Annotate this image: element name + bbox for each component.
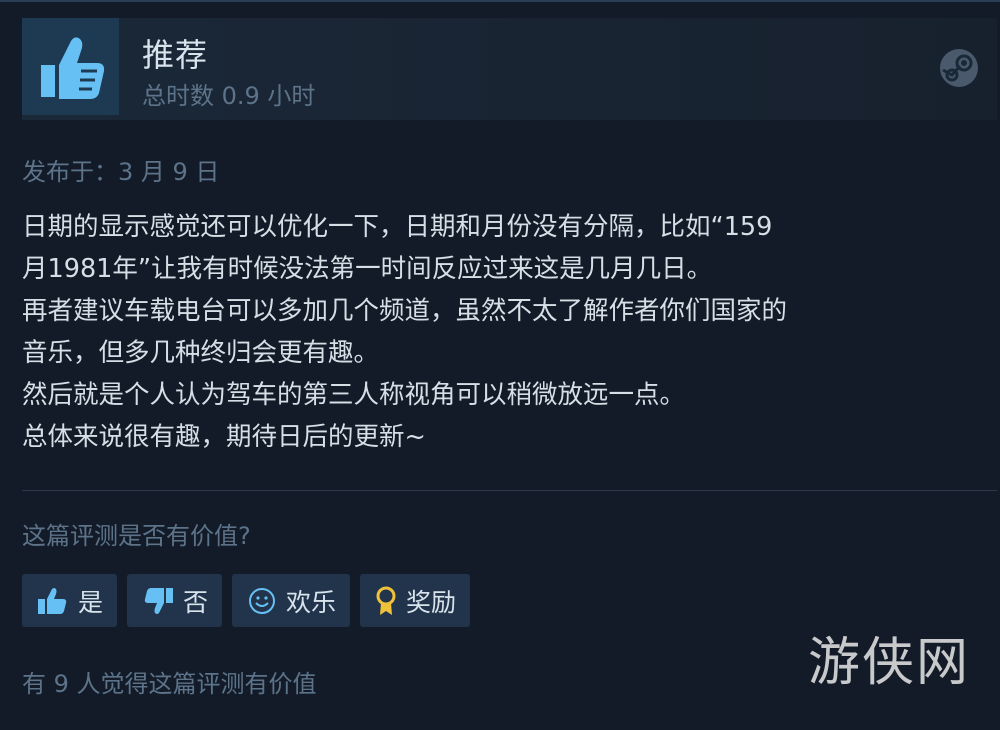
posted-date: 发布于：3 月 9 日: [22, 158, 220, 186]
review-line: 月1981年”让我有时候没法第一时间反应过来这是几月几日。: [22, 254, 713, 284]
review-line: 音乐，但多几种终归会更有趣。: [22, 338, 380, 368]
vote-yes-button[interactable]: 是: [22, 574, 118, 627]
steam-logo-icon: [940, 49, 978, 87]
vote-no-label: 否: [183, 587, 209, 617]
award-label: 奖励: [406, 587, 457, 617]
review-line: 再者建议车载电台可以多加几个频道，虽然不太了解作者你们国家的: [22, 296, 788, 326]
smiley-icon: [249, 587, 276, 614]
thumbs-up-icon: [38, 587, 67, 614]
thumbs-down-icon: [144, 587, 174, 614]
vote-no-button[interactable]: 否: [127, 574, 223, 627]
award-ribbon-icon: [376, 586, 396, 615]
vote-yes-label: 是: [78, 587, 104, 617]
vote-buttons: 是 否 欢乐 奖励: [22, 574, 471, 627]
vote-funny-button[interactable]: 欢乐: [232, 574, 351, 627]
review-header: 推荐 总时数 0.9 小时: [22, 18, 997, 120]
vote-funny-label: 欢乐: [286, 587, 337, 617]
site-watermark: 游侠网: [808, 633, 971, 693]
helpful-question: 这篇评测是否有价值?: [22, 522, 251, 550]
divider: [22, 490, 997, 491]
thumbs-up-icon: [40, 36, 104, 99]
review-line: 然后就是个人认为驾车的第三人称视角可以稍微放远一点。: [22, 380, 686, 410]
recommended-badge: [22, 18, 119, 115]
review-line: 总体来说很有趣，期待日后的更新~: [22, 422, 426, 452]
hours-played: 总时数 0.9 小时: [142, 82, 316, 110]
review-text: 日期的显示感觉还可以优化一下，日期和月份没有分隔，比如“159 月1981年”让…: [22, 206, 982, 458]
award-button[interactable]: 奖励: [360, 574, 471, 627]
helpful-count: 有 9 人觉得这篇评测有价值: [22, 670, 317, 698]
recommendation-verdict: 推荐: [142, 36, 209, 74]
top-border: [0, 0, 1000, 2]
review-line: 日期的显示感觉还可以优化一下，日期和月份没有分隔，比如“159: [22, 212, 773, 242]
